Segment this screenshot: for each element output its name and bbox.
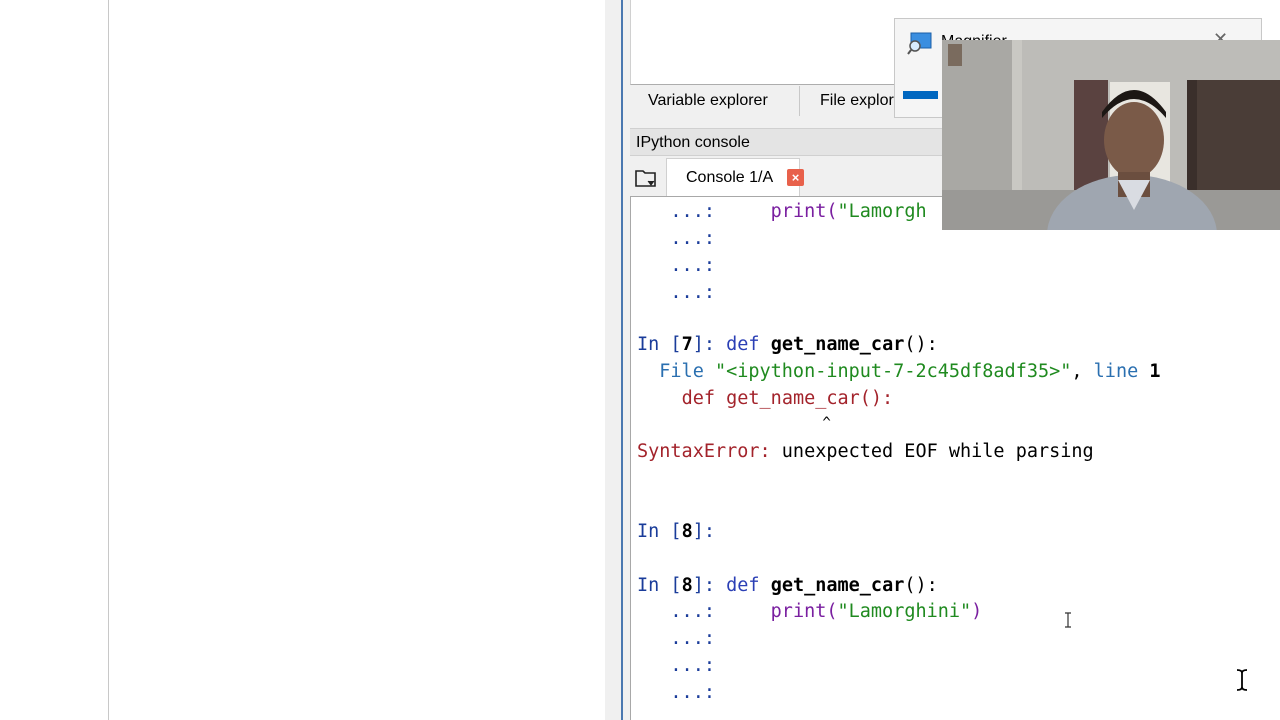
console-line: ...: — [637, 228, 715, 249]
mouse-ibeam-cursor-icon — [1236, 669, 1248, 691]
error-type: SyntaxError: — [637, 441, 771, 462]
console-line: ...: — [637, 628, 715, 649]
console-line: ...: print("Lamorgh — [637, 200, 927, 224]
keyword: def — [726, 334, 771, 355]
cont-prompt: ...: — [637, 201, 727, 222]
traceback-caret: ^ — [637, 415, 831, 431]
magnifier-icon — [907, 32, 932, 55]
code-text: (): — [904, 575, 938, 596]
console-line: In [8]: def get_name_car(): — [637, 574, 938, 598]
code-text: print( — [770, 201, 838, 222]
tb-sep: , — [1071, 361, 1094, 382]
console-line: ...: — [637, 655, 715, 676]
code-text: (): — [904, 334, 938, 355]
in-prompt-num: 8 — [681, 521, 693, 542]
string-literal: "Lamorgh — [837, 201, 927, 222]
webcam-overlay — [942, 40, 1280, 230]
editor-line-gutter — [0, 0, 109, 720]
in-prompt: In [ — [637, 575, 682, 596]
console-line: In [7]: def get_name_car(): — [637, 333, 938, 357]
ipython-console-output[interactable]: ...: print("Lamorgh ...: ...: ...: In [7… — [630, 196, 1280, 720]
close-icon[interactable]: × — [787, 169, 804, 186]
tb-line-number: 1 — [1149, 361, 1161, 382]
tb-file-label: File — [637, 361, 715, 382]
code-editor[interactable] — [109, 0, 605, 720]
keyword: def — [726, 575, 771, 596]
in-prompt: In [ — [637, 334, 682, 355]
console-line: ...: — [637, 282, 715, 303]
pane-splitter[interactable] — [605, 0, 621, 720]
error-message: unexpected EOF while parsing — [770, 441, 1094, 462]
tb-line-label: line — [1093, 361, 1150, 382]
webcam-video — [942, 40, 1280, 230]
code-text: get_name_car(): — [726, 388, 894, 409]
console-tab-label: Console 1/A — [686, 169, 774, 186]
in-prompt-close: ]: — [692, 521, 715, 542]
console-line: In [8]: — [637, 520, 715, 544]
tb-file-path: "<ipython-input-7-2c45df8adf35>" — [714, 361, 1072, 382]
console-line: ...: — [637, 682, 715, 703]
in-prompt-num: 8 — [681, 575, 693, 596]
console-line: ...: — [637, 255, 715, 276]
in-prompt-num: 7 — [681, 334, 693, 355]
tab-console-1a[interactable]: Console 1/A × — [666, 158, 804, 196]
tab-variable-explorer[interactable]: Variable explorer — [632, 86, 800, 116]
keyword: def — [681, 388, 727, 409]
folder-icon[interactable] — [634, 167, 658, 189]
in-prompt-close: ]: — [692, 334, 727, 355]
traceback-file-line: File "<ipython-input-7-2c45df8adf35>", l… — [637, 360, 1161, 384]
code-text: print( — [770, 601, 838, 622]
console-line: ...: print("Lamorghini") — [637, 600, 982, 624]
string-literal: "Lamorghini" — [837, 601, 972, 622]
in-prompt: In [ — [637, 521, 682, 542]
cont-prompt: ...: — [637, 601, 727, 622]
function-name: get_name_car — [770, 575, 905, 596]
traceback-code-line: def get_name_car(): — [637, 387, 894, 411]
zoom-out-icon[interactable] — [903, 91, 938, 99]
error-line: SyntaxError: unexpected EOF while parsin… — [637, 440, 1094, 464]
text-cursor-icon — [1065, 612, 1071, 628]
function-name: get_name_car — [770, 334, 905, 355]
code-text: ) — [971, 601, 983, 622]
in-prompt-close: ]: — [692, 575, 727, 596]
